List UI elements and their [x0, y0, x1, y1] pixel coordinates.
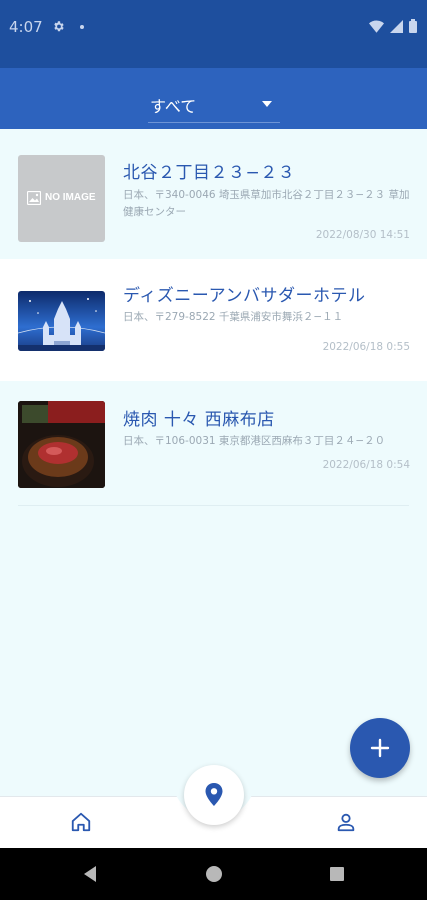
home-circle-icon[interactable]: [204, 864, 224, 884]
map-button[interactable]: [184, 765, 244, 825]
castle-photo-thumbnail: [18, 291, 105, 351]
person-icon[interactable]: [335, 811, 357, 833]
recents-icon[interactable]: [327, 864, 347, 884]
place-row[interactable]: NO IMAGE 北谷２丁目２３−２３ 日本、〒340-0046 埼玉県草加市北…: [0, 129, 427, 259]
bottom-navigation: [0, 765, 427, 849]
place-address: 日本、〒279-8522 千葉県浦安市舞浜２−１１: [123, 311, 344, 323]
place-row[interactable]: 焼肉 十々 西麻布店 日本、〒106-0031 東京都港区西麻布３丁目２４−２０…: [0, 381, 427, 506]
back-icon[interactable]: [80, 864, 100, 884]
food-photo-thumbnail: [18, 401, 105, 488]
dropdown-caret-icon: [262, 101, 272, 107]
place-address: 日本、〒106-0031 東京都港区西麻布３丁目２４−２０: [123, 435, 386, 447]
place-row[interactable]: ディズニーアンバサダーホテル 日本、〒279-8522 千葉県浦安市舞浜２−１１…: [0, 259, 427, 381]
status-time: 4:07: [9, 18, 43, 36]
place-address: 日本、〒340-0046 埼玉県草加市北谷２丁目２３−２３ 草加健康センター: [123, 189, 410, 218]
notification-dot-icon: [80, 25, 84, 29]
location-pin-icon: [205, 783, 223, 806]
battery-icon: [409, 19, 417, 33]
image-placeholder-icon: [27, 191, 41, 205]
category-filter-dropdown[interactable]: すべて: [148, 90, 280, 123]
place-date: 2022/08/30 14:51: [315, 229, 410, 241]
signal-icon: [390, 19, 403, 33]
app-bar: すべて: [0, 68, 427, 129]
status-icons: [369, 19, 417, 33]
wifi-icon: [369, 20, 384, 33]
place-title: ディズニーアンバサダーホテル: [123, 286, 366, 306]
place-title: 焼肉 十々 西麻布店: [123, 410, 275, 430]
castle-image: [18, 291, 105, 351]
add-place-button[interactable]: [350, 718, 410, 778]
status-bar: 4:07: [0, 0, 427, 68]
place-date: 2022/06/18 0:54: [322, 459, 410, 471]
filter-selected-value: すべて: [150, 97, 197, 116]
no-image-thumbnail: NO IMAGE: [18, 155, 105, 242]
no-image-label: NO IMAGE: [45, 192, 96, 203]
plus-icon: [370, 738, 390, 758]
place-title: 北谷２丁目２３−２３: [123, 163, 296, 183]
settings-gear-icon: [54, 21, 64, 32]
home-icon[interactable]: [70, 811, 92, 833]
food-image: [18, 401, 105, 488]
list-divider: [18, 505, 409, 506]
system-navigation-bar: [0, 848, 427, 900]
place-date: 2022/06/18 0:55: [322, 341, 410, 353]
